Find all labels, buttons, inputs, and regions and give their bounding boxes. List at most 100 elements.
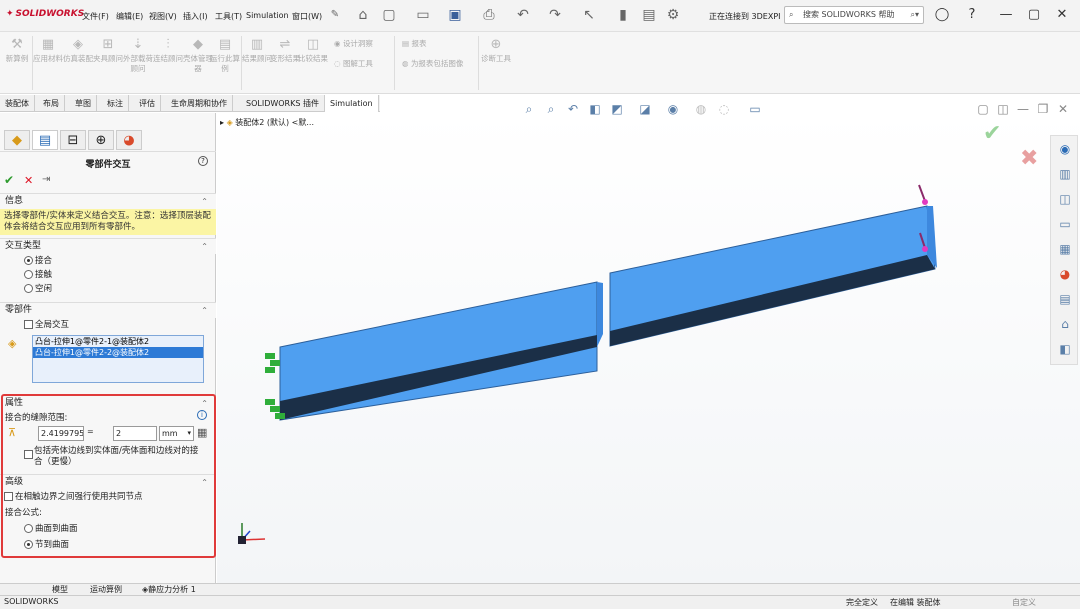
cancel-icon[interactable]: ✕ [24,174,33,187]
dimxpert-icon[interactable]: ⊕ [88,130,114,150]
configuration-icon[interactable]: ⊟ [60,130,86,150]
cmd-run[interactable]: ▤ 运行此算例 [210,32,240,74]
cmd-results[interactable]: ▥ 结果顾问 [242,32,272,64]
pin-icon[interactable]: ✎ [326,6,344,24]
info-header[interactable]: 信息 ⌃ [0,194,216,209]
command-manager: ⚒ 新算例 ▦ 应用材料 ◈ 仿真装配 ⊞ 夹具顾问 ⇣ 外部载荷顾问 ⫶ 连结顾问 ◆ 壳体… [0,32,1080,94]
pm-title: 零部件交互 [85,160,131,170]
menu-window[interactable]: 窗口(W) [292,11,322,22]
user-icon[interactable]: ◯ [932,6,952,24]
home-icon[interactable]: ⌂ [1055,314,1075,334]
component-list[interactable]: 凸台-拉伸1@零件2-1@装配体2 凸台-拉伸1@零件2-2@装配体2 [32,335,204,383]
app-logo: ✦ SOLIDWORKS [6,9,85,19]
help-icon[interactable]: ? [962,6,982,24]
custom-properties-icon[interactable]: ▤ [1055,289,1075,309]
cmd-diagnostic[interactable]: ⊕ 诊断工具 [481,32,511,64]
menu-insert[interactable]: 插入(I) [183,11,208,22]
cmd-load[interactable]: ⇣ 外部载荷顾问 [123,32,153,74]
gear-icon[interactable]: ⚙ [664,6,682,24]
rebuild-icon[interactable]: ▮ [614,6,632,24]
print-icon[interactable]: ⎙ [480,6,498,24]
menu-file[interactable]: 文件(F) [82,11,109,22]
forum-icon[interactable]: ◧ [1055,339,1075,359]
maximize-icon[interactable]: ▢ [1024,6,1044,24]
tab-model[interactable]: 模型 [52,584,68,595]
cmd-plot-tools[interactable]: ◌ 图解工具 [334,58,373,69]
cmd-connection[interactable]: ⫶ 连结顾问 [153,32,183,64]
search-input[interactable]: ⌕ 搜索 SOLIDWORKS 帮助 ⌕▾ [784,6,924,24]
cmd-deformed[interactable]: ⇌ 变形结果 [270,32,300,64]
redo-icon[interactable]: ↷ [546,6,564,24]
components-header[interactable]: 零部件 ⌃ [0,303,216,318]
search-icon: ⌕ [789,10,794,19]
folder-icon[interactable]: ▭ [1055,214,1075,234]
close-icon[interactable]: ✕ [1055,101,1071,117]
global-interaction-checkbox[interactable]: 全局交互 [0,318,216,332]
deformed-icon: ⇌ [279,37,291,52]
select-icon[interactable]: ↖ [580,6,598,24]
tab-assembly[interactable]: 装配体 [0,95,35,112]
save-icon[interactable]: ▣ [446,6,464,24]
display-manager-icon[interactable]: ◕ [116,130,142,150]
tab-lifecycle[interactable]: 生命周期和协作 [166,95,233,112]
file-explorer-icon[interactable]: ◫ [1055,189,1075,209]
tab-sketch[interactable]: 草图 [70,95,97,112]
tab-addins[interactable]: SOLIDWORKS 插件 [241,95,325,112]
radio-contact[interactable]: 接触 [0,268,216,282]
collapse-icon[interactable]: ⌃ [201,194,208,209]
apply-material-icon: ▦ [41,37,55,52]
property-manager-icon[interactable]: ▤ [32,130,58,150]
new-document-icon[interactable]: ▢ [380,6,398,24]
tab-evaluate[interactable]: 评估 [134,95,161,112]
menu-simulation[interactable]: Simulation [246,11,289,20]
tab-simulation[interactable]: Simulation [325,95,379,112]
interaction-type-header[interactable]: 交互类型 ⌃ [0,239,216,254]
pushpin-icon[interactable]: ⇥ [42,174,50,185]
search-placeholder: 搜索 SOLIDWORKS 帮助 [803,10,895,19]
radio-free[interactable]: 空闲 [0,282,216,296]
tab-layout[interactable]: 布局 [38,95,65,112]
cmd-shell[interactable]: ◆ 壳体管理器 [183,32,213,74]
radio-bonded[interactable]: 接合 [0,254,216,268]
menu-edit[interactable]: 编辑(E) [116,11,143,22]
tab-static-study[interactable]: ◈静应力分析 1 [142,584,196,595]
cmd-fixture[interactable]: ⊞ 夹具顾问 [93,32,123,64]
ok-icon[interactable]: ✔ [4,173,14,187]
cmd-design-insight[interactable]: ◉ 设计洞察 [334,38,373,49]
tab-motion-study[interactable]: 运动算例 [90,584,122,595]
status-bar: SOLIDWORKS 完全定义 在编辑 装配体 自定义 [0,595,1080,609]
home-icon[interactable]: ⌂ [354,6,372,24]
cmd-apply-material[interactable]: ▦ 应用材料 [33,32,63,64]
compare-icon: ◫ [306,37,320,52]
appearances-icon[interactable]: ◕ [1055,264,1075,284]
view-palette-icon[interactable]: ▦ [1055,239,1075,259]
radio-icon [24,284,33,293]
menu-tools[interactable]: 工具(T) [215,11,242,22]
list-item[interactable]: 凸台-拉伸1@零件2-2@装配体2 [33,347,203,358]
open-icon[interactable]: ▭ [414,6,432,24]
menu-view[interactable]: 视图(V) [149,11,177,22]
info-section: 信息 ⌃ 选择零部件/实体来定义结合交互。注意：选择顶层装配体会将结合交互应用到所… [0,193,216,235]
status-units[interactable]: 自定义 [1012,597,1036,608]
solidworks-resources-icon[interactable]: ◉ [1055,139,1075,159]
diagnostic-icon: ⊕ [490,37,502,52]
cmd-include-image[interactable]: ◍ 为报表包括图像 [402,58,463,69]
design-library-icon[interactable]: ▥ [1055,164,1075,184]
command-tabs: 装配体 布局 草图 标注 评估 生命周期和协作 SOLIDWORKS 插件 Si… [0,95,380,112]
file-properties-icon[interactable]: ▤ [640,6,658,24]
model-viewport [238,184,937,544]
tab-markup[interactable]: 标注 [102,95,129,112]
undo-icon[interactable]: ↶ [514,6,532,24]
cmd-compare[interactable]: ◫ 比较结果 [298,32,328,64]
close-icon[interactable]: ✕ [1052,6,1072,24]
help-icon[interactable]: ? [198,156,208,166]
shell-icon: ◆ [193,37,203,52]
cmd-new-study[interactable]: ⚒ 新算例 [2,32,32,64]
collapse-icon[interactable]: ⌃ [201,239,208,254]
feature-tree-icon[interactable]: ◆ [4,130,30,150]
collapse-icon[interactable]: ⌃ [201,303,208,318]
list-item[interactable]: 凸台-拉伸1@零件2-1@装配体2 [33,336,203,347]
cmd-sim-assembly[interactable]: ◈ 仿真装配 [63,32,93,64]
minimize-icon[interactable]: — [996,6,1016,24]
cmd-report[interactable]: ▤ 报表 [402,38,426,49]
